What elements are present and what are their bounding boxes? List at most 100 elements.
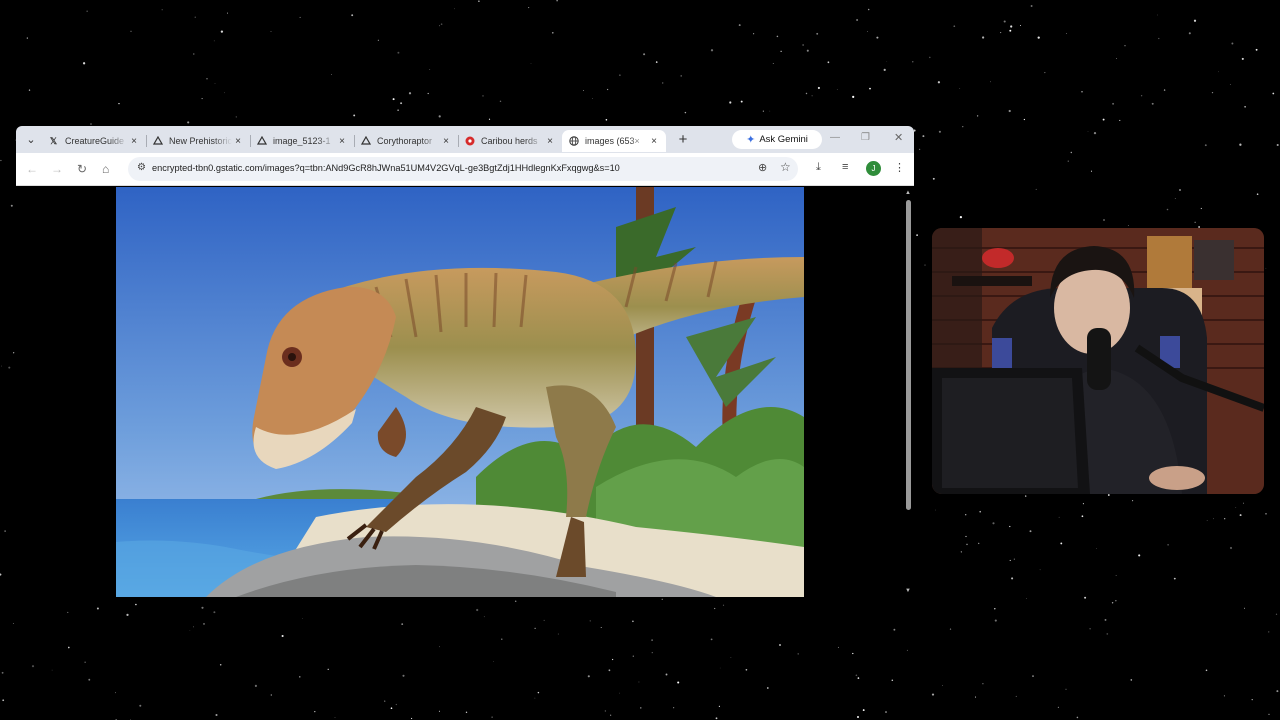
star [227,12,228,14]
dinosaur-image[interactable] [116,187,804,597]
back-arrow-icon[interactable]: ← [26,162,38,176]
star [619,692,620,694]
star [1276,143,1279,147]
ask-gemini-button[interactable]: ✦ Ask Gemini [732,130,822,149]
star [1065,688,1067,690]
star [1103,219,1105,221]
star [1235,506,1237,508]
star [1044,72,1046,74]
star [1204,144,1207,147]
star [994,608,996,610]
star [1130,679,1133,681]
star [400,102,403,105]
x-logo-icon: 𝕏 [49,135,58,146]
minimize-icon[interactable]: — [830,132,840,143]
bookmark-star-icon[interactable]: ☆ [780,160,791,174]
site-info-icon[interactable]: ⚙ [137,162,146,173]
scroll-down-icon[interactable]: ▼ [905,588,911,594]
tab-close-button[interactable]: × [128,136,140,147]
tab-close-button[interactable]: × [440,136,452,147]
star [1026,598,1027,599]
star [353,114,356,117]
profile-avatar[interactable]: J [866,161,881,176]
star [960,551,962,553]
star [640,707,642,709]
star [772,62,774,65]
restore-icon[interactable]: ❐ [861,132,870,143]
star [1084,596,1087,599]
home-icon[interactable]: ⌂ [102,162,109,176]
star [281,634,284,638]
star [1009,525,1011,528]
forward-arrow-icon[interactable]: → [51,162,63,176]
star [710,638,713,641]
star [643,53,646,56]
star [729,101,732,104]
star [766,687,769,689]
scrollbar-thumb[interactable] [906,200,911,510]
tab-close-button[interactable]: × [336,136,348,147]
star [1213,518,1214,520]
star [203,623,205,625]
star [1174,198,1176,199]
address-bar[interactable]: ⚙ encrypted-tbn0.gstatic.com/images?q=tb… [128,157,798,181]
star [1193,19,1197,22]
star [1132,500,1134,502]
star [632,620,634,623]
star [1167,544,1169,546]
star [1244,106,1246,108]
webcam-feed [932,228,1264,494]
star [402,674,405,677]
star [194,16,196,18]
new-tab-button[interactable]: + [672,131,694,148]
tab-close-button[interactable]: × [544,136,556,147]
tab-images-active[interactable]: images (653× × [562,130,666,152]
scroll-up-icon[interactable]: ▲ [905,190,911,196]
reading-list-icon[interactable]: ≡ [842,161,848,173]
window-close-icon[interactable]: ✕ [894,131,903,144]
star [235,116,237,118]
star [1023,118,1026,121]
star [193,53,195,55]
star [427,92,429,95]
star [1231,42,1234,45]
star [869,87,871,90]
star [397,51,400,54]
download-icon[interactable]: ⤓ [816,161,821,174]
star [740,100,743,103]
gemini-sparkle-icon: ✦ [746,134,756,146]
star [806,49,809,52]
tab-new-prehistoric[interactable]: New Prehistoric × [146,130,250,152]
star [1151,102,1154,105]
star [1173,577,1176,580]
reload-icon[interactable]: ↻ [77,162,87,176]
star [1115,575,1117,577]
more-menu-icon[interactable]: ⋮ [894,161,905,174]
star [1106,633,1109,635]
zoom-icon[interactable]: ⊕ [758,161,767,174]
star [213,611,216,614]
tab-close-button[interactable]: × [232,136,244,147]
star [885,711,887,713]
star [852,95,855,99]
star [1268,713,1270,716]
star [214,83,216,84]
star [981,36,985,39]
ask-gemini-label: Ask Gemini [759,134,808,145]
star [1037,36,1040,39]
star [1081,515,1084,518]
tab-close-button[interactable]: × [648,136,660,147]
tab-corythoraptor[interactable]: Corythoraptor × [354,130,458,152]
star [651,652,653,654]
star [857,677,860,679]
url-text[interactable]: encrypted-tbn0.gstatic.com/images?q=tbn:… [152,163,620,173]
star [0,573,2,576]
star [965,514,967,516]
star [31,665,35,668]
tab-search-button[interactable]: ⌄ [20,130,42,150]
tab-image-5123[interactable]: image_5123-1 × [250,130,354,152]
tab-caribou-herds[interactable]: Caribou herds × [458,130,562,152]
tab-creatureguide[interactable]: 𝕏 CreatureGuide × [42,130,146,152]
star [401,623,404,625]
cbc-icon [464,136,475,147]
